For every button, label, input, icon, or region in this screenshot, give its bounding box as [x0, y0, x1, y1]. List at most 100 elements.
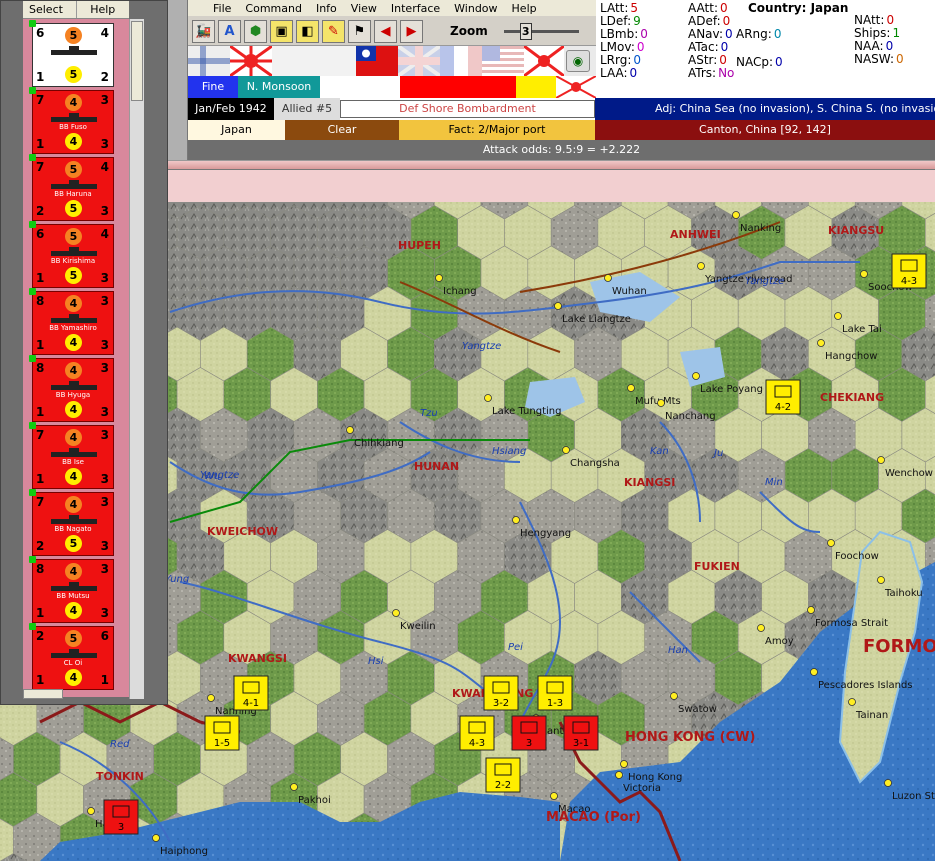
- flag-pale-icon[interactable]: [314, 46, 356, 76]
- city-label: Lake Liangtze: [562, 314, 631, 325]
- city-label: Hong Kong: [628, 772, 682, 783]
- map-unit-counter[interactable]: 1-3: [537, 675, 573, 711]
- map-unit-counter[interactable]: 3-2: [483, 675, 519, 711]
- unit-counter[interactable]: 8 3 4 4 1 3 BB Yamashiro: [29, 288, 114, 355]
- stack-icon[interactable]: ◧: [296, 20, 319, 43]
- unit-counter[interactable]: 7 4 5 5 2 3 BB Haruna: [29, 154, 114, 221]
- japan-sun-icon: [555, 75, 597, 99]
- river-label: Tzu: [420, 408, 438, 419]
- counter-name: BB Yamashiro: [49, 324, 97, 332]
- arrow-left-icon[interactable]: ◀: [374, 20, 397, 43]
- counter-defense: 3: [100, 428, 109, 442]
- stack-resize-grip[interactable]: [23, 689, 63, 699]
- city-marker-icon: [657, 399, 665, 407]
- menu-help[interactable]: Help: [505, 2, 544, 15]
- stat-value: 0: [773, 27, 782, 41]
- stat-latt: LAtt: 5: [600, 1, 638, 15]
- arrow-right-icon[interactable]: ▶: [400, 20, 423, 43]
- save-icon[interactable]: ▣: [270, 20, 293, 43]
- selected-indicator-icon: [29, 489, 36, 496]
- pencil-icon[interactable]: ✎: [322, 20, 345, 43]
- menu-command[interactable]: Command: [238, 2, 309, 15]
- target-icon[interactable]: ◉: [566, 50, 590, 72]
- menu-interface[interactable]: Interface: [384, 2, 447, 15]
- flag-china-icon[interactable]: [356, 46, 398, 76]
- stack-scrollbar[interactable]: [129, 19, 144, 699]
- weather-condition: Fine: [188, 76, 238, 98]
- map-unit-counter[interactable]: 4-2: [765, 379, 801, 415]
- map-unit-counter[interactable]: 3: [511, 715, 547, 751]
- menu-window[interactable]: Window: [447, 2, 504, 15]
- color-swatch-yellow: [516, 76, 556, 98]
- panel-divider[interactable]: [168, 160, 935, 170]
- unit-counter[interactable]: 2 6 5 4 1 1 CL Oi: [29, 623, 114, 690]
- stat-key: ATac:: [688, 40, 719, 54]
- counter-name: BB Nagato: [54, 525, 92, 533]
- stat-lrrg: LRrg: 0: [600, 53, 641, 67]
- menu-file[interactable]: File: [206, 2, 238, 15]
- province-label: ANHWEI: [670, 228, 721, 241]
- battleship-icon: [51, 314, 97, 323]
- river-label: Yangtze: [462, 341, 501, 352]
- flag-light-icon[interactable]: [272, 46, 314, 76]
- stack-menu-select[interactable]: Select: [23, 1, 77, 18]
- flag-japan-rising-sun-icon[interactable]: [229, 44, 273, 78]
- unit-counter[interactable]: 8 3 4 4 1 3 BB Hyuga: [29, 355, 114, 422]
- unit-strength: 2-2: [495, 780, 511, 791]
- map-unit-counter[interactable]: 4-3: [459, 715, 495, 751]
- counter-bottom-right: 3: [100, 539, 109, 553]
- hex-icon[interactable]: ⬢: [244, 20, 267, 43]
- counter-attack: 7: [36, 160, 45, 174]
- unit-stack-list: 6 4 5 5 1 2 BB Kongo 7 3 4 4 1 3 BB Fuso 7 4 5 5 2 3 BB Haru…: [23, 19, 129, 697]
- map-unit-counter[interactable]: 3-1: [563, 715, 599, 751]
- map-unit-counter[interactable]: 2-2: [485, 757, 521, 793]
- action-field[interactable]: Def Shore Bombardment: [340, 100, 595, 118]
- menu-view[interactable]: View: [344, 2, 384, 15]
- province-label: MACAO (Por): [546, 810, 641, 825]
- city-marker-icon: [604, 274, 612, 282]
- flag-japan-icon[interactable]: [523, 44, 565, 78]
- counter-attack: 8: [36, 294, 45, 308]
- zoom-slider-track[interactable]: [504, 30, 579, 33]
- unit-counter[interactable]: 6 4 5 5 1 2 BB Kongo: [29, 20, 114, 87]
- flag-icon[interactable]: ⚑: [348, 20, 371, 43]
- flag-uk-icon[interactable]: [396, 44, 442, 78]
- zoom-slider-knob[interactable]: 3: [519, 23, 532, 40]
- stat-value: 0: [640, 27, 648, 41]
- counter-top-circle: 5: [65, 27, 82, 44]
- unit-counter[interactable]: 8 3 4 4 1 3 BB Mutsu: [29, 556, 114, 623]
- selected-indicator-icon: [29, 556, 36, 563]
- stat-key: NAtt:: [854, 13, 885, 27]
- city-label: Kweilin: [400, 621, 436, 632]
- stat-value: 0: [722, 14, 731, 28]
- map-unit-counter[interactable]: 4-1: [233, 675, 269, 711]
- province-label: HUPEH: [398, 239, 441, 252]
- counter-name: BB Haruna: [54, 190, 92, 198]
- stack-scroll-thumb[interactable]: [131, 21, 143, 101]
- map-unit-counter[interactable]: 1-5: [204, 715, 240, 751]
- river-label: Han: [442, 202, 462, 205]
- counter-bottom-left: 2: [36, 204, 45, 218]
- stack-menu-help[interactable]: Help: [77, 1, 130, 18]
- city-marker-icon: [834, 312, 842, 320]
- train-icon[interactable]: 🚂: [192, 20, 215, 43]
- city-label: Victoria: [623, 783, 661, 794]
- unit-counter[interactable]: 7 3 4 4 1 3 BB Fuso: [29, 87, 114, 154]
- flag-finland-icon[interactable]: [188, 46, 230, 76]
- map-unit-counter[interactable]: 3: [103, 799, 139, 835]
- stat-key: LBmb:: [600, 27, 639, 41]
- unit-strength: 3-1: [573, 738, 589, 749]
- font-a-icon[interactable]: A: [218, 20, 241, 43]
- unit-counter[interactable]: 7 3 4 5 2 3 BB Nagato: [29, 489, 114, 556]
- city-marker-icon: [877, 576, 885, 584]
- map-unit-counter[interactable]: 4-3: [891, 253, 927, 289]
- unit-counter[interactable]: 7 3 4 4 1 3 BB Ise: [29, 422, 114, 489]
- menu-info[interactable]: Info: [309, 2, 344, 15]
- flag-usa-icon[interactable]: [482, 46, 524, 76]
- unit-counter[interactable]: 6 4 5 5 1 3 BB Kirishima: [29, 221, 114, 288]
- province-label: FUKIEN: [694, 560, 740, 573]
- window-gap: [168, 0, 188, 170]
- city-marker-icon: [207, 694, 215, 702]
- flag-france-icon[interactable]: [440, 46, 482, 76]
- city-label: Lake Poyang: [700, 384, 763, 395]
